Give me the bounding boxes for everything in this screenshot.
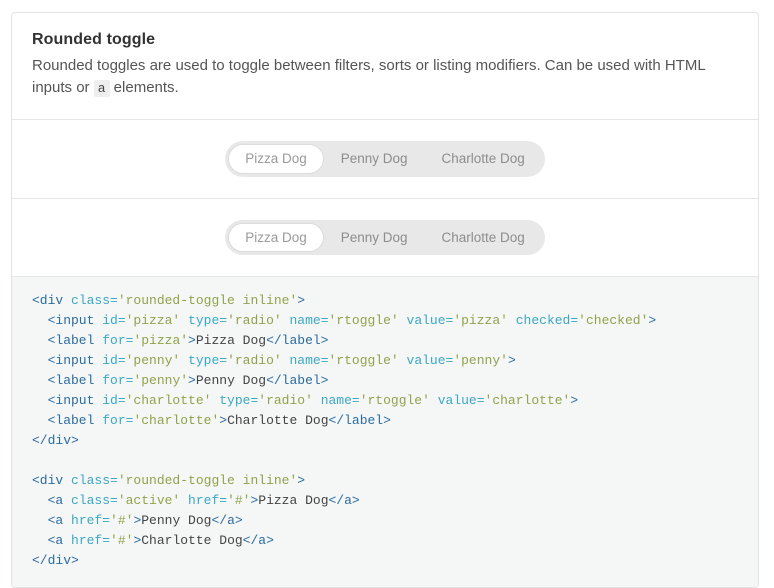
code-token-val: 'rtoggle' — [328, 313, 407, 329]
code-token-attr: class= — [71, 473, 118, 489]
code-token-tag: > — [648, 313, 657, 329]
code-token-tag: </a> — [242, 533, 274, 549]
rounded-toggle-anchor[interactable]: Pizza Dog Penny Dog Charlotte Dog — [225, 219, 545, 256]
description-text-after: elements. — [109, 79, 179, 97]
code-token-tag: <div — [32, 473, 72, 489]
code-token-tag: </label> — [266, 373, 329, 389]
card-header: Rounded toggle Rounded toggles are used … — [12, 13, 758, 121]
code-token-tag: > — [219, 413, 228, 429]
code-token-val: 'penny' — [125, 353, 189, 369]
toggle-option-charlotte-dog[interactable]: Charlotte Dog — [425, 144, 542, 174]
demo-row-anchor-toggle: Pizza Dog Penny Dog Charlotte Dog — [12, 199, 758, 278]
toggle-option-charlotte-dog[interactable]: Charlotte Dog — [425, 223, 542, 253]
code-token-attr: type= — [219, 393, 259, 409]
code-token-val: 'radio' — [227, 313, 290, 329]
toggle-option-penny-dog[interactable]: Penny Dog — [324, 223, 425, 253]
code-token-attr: name= — [289, 353, 329, 369]
code-token-text: Pizza Dog — [258, 493, 329, 509]
code-token-attr: class= — [71, 493, 118, 509]
code-token-attr: value= — [406, 313, 454, 329]
code-token-attr: for= — [102, 373, 134, 389]
code-token-attr: id= — [102, 353, 126, 369]
code-token-attr: for= — [102, 413, 134, 429]
code-token-tag: </div> — [32, 433, 79, 449]
code-token-val: 'pizza' — [453, 313, 516, 329]
code-token-attr: type= — [188, 313, 228, 329]
code-token-attr: for= — [102, 333, 134, 349]
code-token-text: Penny Dog — [195, 373, 267, 389]
code-token-tag: > — [297, 293, 306, 309]
toggle-option-pizza-dog[interactable]: Pizza Dog — [228, 222, 324, 253]
code-token-tag: <a — [32, 493, 72, 509]
code-token-tag: > — [507, 353, 516, 369]
page-title: Rounded toggle — [32, 31, 156, 48]
code-token-val: 'rounded-toggle inline' — [117, 293, 298, 309]
code-token-val: 'charlotte' — [484, 393, 571, 409]
code-token-attr: value= — [437, 393, 485, 409]
code-token-tag: <input — [32, 393, 103, 409]
code-token-tag: <label — [32, 413, 103, 429]
code-example-block: <div class='rounded-toggle inline'> <inp… — [12, 277, 758, 588]
toggle-option-penny-dog[interactable]: Penny Dog — [324, 144, 425, 174]
code-token-tag: <a — [32, 513, 72, 529]
code-token-val: '#' — [227, 493, 251, 509]
code-token-text: Charlotte Dog — [141, 533, 243, 549]
code-token-val: 'radio' — [258, 393, 321, 409]
card-description: Rounded toggles are used to toggle betwe… — [32, 55, 738, 99]
code-token-text: Penny Dog — [141, 513, 212, 529]
code-token-tag: <input — [32, 313, 103, 329]
code-token-val: '#' — [110, 533, 134, 549]
code-token-tag: </label> — [328, 413, 391, 429]
code-token-tag: > — [570, 393, 579, 409]
code-token-val: 'radio' — [227, 353, 290, 369]
rounded-toggle-radio[interactable]: Pizza Dog Penny Dog Charlotte Dog — [225, 141, 545, 177]
code-token-attr: type= — [188, 353, 228, 369]
code-token-tag: > — [188, 373, 196, 389]
code-token-text: Charlotte Dog — [227, 413, 329, 429]
code-token-val: 'penny' — [453, 353, 508, 369]
code-token-tag: > — [188, 333, 196, 349]
code-snippet: <div class='rounded-toggle inline'> <inp… — [12, 291, 758, 571]
code-token-tag: <label — [32, 373, 103, 389]
code-token-val: 'pizza' — [133, 333, 189, 349]
code-token-val: 'checked' — [578, 313, 649, 329]
code-token-val: 'penny' — [133, 373, 189, 389]
code-token-val: 'rtoggle' — [328, 353, 407, 369]
code-token-val: 'active' — [117, 493, 189, 509]
code-token-tag: </a> — [328, 493, 360, 509]
code-token-tag: <a — [32, 533, 72, 549]
code-token-attr: value= — [406, 353, 454, 369]
code-token-attr: class= — [71, 293, 118, 309]
code-token-attr: name= — [289, 313, 329, 329]
code-token-attr: href= — [188, 493, 228, 509]
code-token-attr: id= — [102, 393, 126, 409]
code-token-attr: checked= — [515, 313, 579, 329]
code-token-tag: <label — [32, 333, 103, 349]
demo-row-radio-toggle: Pizza Dog Penny Dog Charlotte Dog — [12, 120, 758, 199]
code-token-val: '#' — [110, 513, 134, 529]
code-token-tag: <input — [32, 353, 103, 369]
code-token-val: 'charlotte' — [125, 393, 220, 409]
code-token-tag: </label> — [266, 333, 329, 349]
code-token-attr: id= — [102, 313, 126, 329]
code-token-attr: href= — [71, 533, 111, 549]
code-token-tag: </div> — [32, 553, 79, 569]
code-token-val: 'charlotte' — [133, 413, 220, 429]
code-token-val: 'pizza' — [125, 313, 189, 329]
code-token-attr: href= — [71, 513, 111, 529]
code-token-attr: name= — [320, 393, 360, 409]
code-token-tag: <div — [32, 293, 72, 309]
rounded-toggle-card: Rounded toggle Rounded toggles are used … — [11, 12, 759, 588]
code-token-tag: </a> — [211, 513, 243, 529]
code-token-val: 'rounded-toggle inline' — [117, 473, 298, 489]
inline-code-a: a — [93, 80, 110, 98]
code-token-val: 'rtoggle' — [359, 393, 438, 409]
code-token-text: Pizza Dog — [195, 333, 267, 349]
code-token-tag: > — [297, 473, 306, 489]
toggle-option-pizza-dog[interactable]: Pizza Dog — [228, 144, 324, 174]
